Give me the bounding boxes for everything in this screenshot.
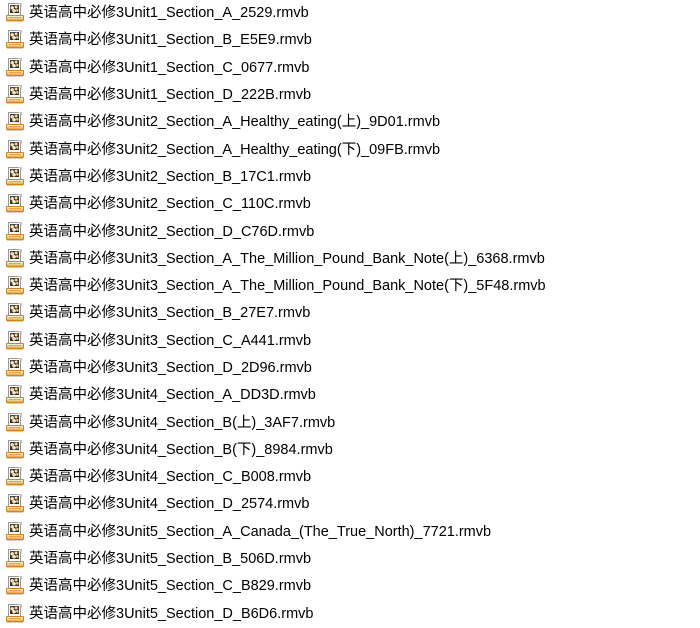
file-name-label: 英语高中必修3Unit2_Section_D_C76D.rmvb: [29, 223, 315, 240]
file-name-label: 英语高中必修3Unit2_Section_A_Healthy_eating(下)…: [29, 141, 441, 158]
rmvb-video-file-icon: [6, 303, 24, 323]
file-list-item[interactable]: 英语高中必修3Unit4_Section_B(下)_8984.rmvb: [0, 437, 700, 464]
rmvb-video-file-icon: [6, 576, 24, 596]
file-list-item[interactable]: 英语高中必修3Unit5_Section_C_B829.rmvb: [0, 573, 700, 600]
file-name-label: 英语高中必修3Unit5_Section_B_506D.rmvb: [29, 551, 312, 568]
file-list-item[interactable]: 英语高中必修3Unit3_Section_C_A441.rmvb: [0, 328, 700, 355]
file-list-item[interactable]: 英语高中必修3Unit2_Section_A_Healthy_eating(下)…: [0, 136, 700, 163]
file-name-label: 英语高中必修3Unit3_Section_D_2D96.rmvb: [29, 360, 312, 376]
file-list-item[interactable]: 英语高中必修3Unit1_Section_C_0677.rmvb: [0, 55, 700, 82]
file-list-item[interactable]: 英语高中必修3Unit2_Section_C_110C.rmvb: [0, 191, 700, 218]
file-name-label: 英语高中必修3Unit1_Section_A_2529.rmvb: [29, 5, 309, 22]
file-list-item[interactable]: 英语高中必修3Unit2_Section_A_Healthy_eating(上)…: [0, 109, 700, 136]
file-list-item[interactable]: 英语高中必修3Unit5_Section_D_B6D6.rmvb: [0, 601, 700, 628]
file-name-label: 英语高中必修3Unit2_Section_C_110C.rmvb: [29, 196, 311, 213]
file-list-item[interactable]: 英语高中必修3Unit2_Section_B_17C1.rmvb: [0, 164, 700, 191]
rmvb-video-file-icon: [6, 412, 24, 432]
file-name-label: 英语高中必修3Unit3_Section_A_The_Million_Pound…: [29, 278, 546, 295]
rmvb-video-file-icon: [6, 3, 24, 23]
rmvb-video-file-icon: [6, 57, 24, 77]
file-list-item[interactable]: 英语高中必修3Unit4_Section_C_B008.rmvb: [0, 464, 700, 491]
file-name-label: 英语高中必修3Unit4_Section_C_B008.rmvb: [29, 469, 312, 486]
file-name-label: 英语高中必修3Unit4_Section_D_2574.rmvb: [29, 496, 310, 513]
rmvb-video-file-icon: [6, 139, 24, 159]
file-list-item[interactable]: 英语高中必修3Unit3_Section_D_2D96.rmvb: [0, 355, 700, 382]
rmvb-video-file-icon: [6, 330, 24, 350]
rmvb-video-file-icon: [6, 85, 24, 105]
file-name-label: 英语高中必修3Unit5_Section_A_Canada_(The_True_…: [29, 523, 492, 540]
file-list-item[interactable]: 英语高中必修3Unit1_Section_D_222B.rmvb: [0, 82, 700, 109]
file-list-item[interactable]: 英语高中必修3Unit1_Section_B_E5E9.rmvb: [0, 27, 700, 54]
file-name-label: 英语高中必修3Unit4_Section_A_DD3D.rmvb: [29, 387, 316, 404]
rmvb-video-file-icon: [6, 276, 24, 296]
rmvb-video-file-icon: [6, 112, 24, 132]
file-list-item[interactable]: 英语高中必修3Unit4_Section_D_2574.rmvb: [0, 491, 700, 518]
file-list-item[interactable]: 英语高中必修3Unit5_Section_B_506D.rmvb: [0, 546, 700, 573]
file-name-label: 英语高中必修3Unit4_Section_B(上)_3AF7.rmvb: [29, 414, 336, 431]
file-name-label: 英语高中必修3Unit4_Section_B(下)_8984.rmvb: [29, 441, 333, 458]
file-name-label: 英语高中必修3Unit5_Section_D_B6D6.rmvb: [29, 605, 314, 622]
file-list-item[interactable]: 英语高中必修3Unit4_Section_B(上)_3AF7.rmvb: [0, 409, 700, 436]
rmvb-video-file-icon: [6, 385, 24, 405]
rmvb-video-file-icon: [6, 439, 24, 459]
file-name-label: 英语高中必修3Unit5_Section_C_B829.rmvb: [29, 578, 312, 595]
rmvb-video-file-icon: [6, 358, 24, 377]
file-name-label: 英语高中必修3Unit1_Section_B_E5E9.rmvb: [29, 32, 312, 49]
rmvb-video-file-icon: [6, 467, 24, 487]
rmvb-video-file-icon: [6, 30, 24, 50]
rmvb-video-file-icon: [6, 521, 24, 541]
file-list-item[interactable]: 英语高中必修3Unit2_Section_D_C76D.rmvb: [0, 218, 700, 245]
file-list-item[interactable]: 英语高中必修3Unit3_Section_A_The_Million_Pound…: [0, 273, 700, 300]
rmvb-video-file-icon: [6, 494, 24, 514]
file-list-item[interactable]: 英语高中必修3Unit1_Section_A_2529.rmvb: [0, 0, 700, 27]
rmvb-video-file-icon: [6, 603, 24, 623]
rmvb-video-file-icon: [6, 221, 24, 241]
file-name-label: 英语高中必修3Unit1_Section_D_222B.rmvb: [29, 87, 312, 104]
file-name-label: 英语高中必修3Unit2_Section_B_17C1.rmvb: [29, 168, 312, 185]
rmvb-video-file-icon: [6, 166, 24, 186]
file-name-label: 英语高中必修3Unit3_Section_A_The_Million_Pound…: [29, 250, 545, 267]
rmvb-video-file-icon: [6, 248, 24, 268]
rmvb-video-file-icon: [6, 194, 24, 214]
file-name-label: 英语高中必修3Unit3_Section_B_27E7.rmvb: [29, 305, 311, 322]
file-list-item[interactable]: 英语高中必修3Unit3_Section_B_27E7.rmvb: [0, 300, 700, 327]
file-name-label: 英语高中必修3Unit3_Section_C_A441.rmvb: [29, 332, 312, 349]
file-name-label: 英语高中必修3Unit1_Section_C_0677.rmvb: [29, 59, 310, 76]
file-list[interactable]: 英语高中必修3Unit1_Section_A_2529.rmvb 英语高中必修3…: [0, 0, 700, 628]
file-list-item[interactable]: 英语高中必修3Unit5_Section_A_Canada_(The_True_…: [0, 519, 700, 546]
rmvb-video-file-icon: [6, 549, 24, 569]
file-list-item[interactable]: 英语高中必修3Unit4_Section_A_DD3D.rmvb: [0, 382, 700, 409]
file-list-item[interactable]: 英语高中必修3Unit3_Section_A_The_Million_Pound…: [0, 246, 700, 273]
file-name-label: 英语高中必修3Unit2_Section_A_Healthy_eating(上)…: [29, 114, 441, 131]
